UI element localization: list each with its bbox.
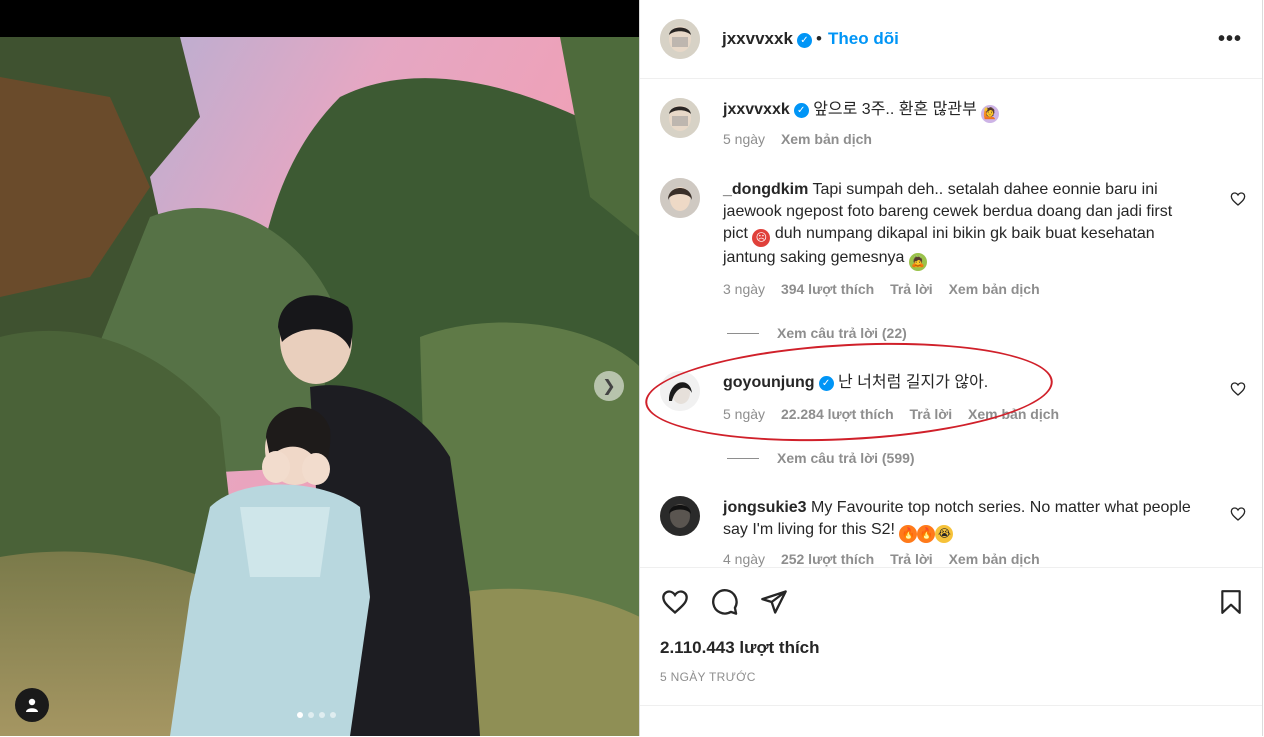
next-slide-button[interactable]: ❯ [594, 371, 624, 401]
reply-link[interactable]: Trả lời [890, 281, 933, 297]
comment-like-heart-icon[interactable] [1230, 381, 1246, 397]
header-separator: • [816, 29, 822, 48]
comment-avatar-image [660, 496, 700, 536]
post-photo[interactable] [0, 37, 640, 736]
view-replies-button[interactable]: Xem câu trả lời (22) [727, 325, 907, 341]
comment-avatar-image [660, 178, 700, 218]
verified-badge-icon: ✓ [796, 33, 812, 48]
comment-meta: 5 ngày 22.284 lượt thích Trả lời Xem bản… [723, 406, 1071, 422]
comment-time: 5 ngày [723, 406, 766, 422]
follow-button[interactable]: Theo dõi [828, 29, 899, 49]
author-username-text[interactable]: jxxvvxxk [722, 29, 793, 48]
verified-badge-icon: ✓ [818, 376, 834, 391]
comment-avatar[interactable] [660, 178, 700, 218]
fire-icon: 🔥 [917, 525, 936, 543]
carousel-dot [319, 712, 325, 718]
comment-meta: 3 ngày 394 lượt thích Trả lời Xem bản dị… [723, 281, 1052, 297]
tagged-users-button[interactable] [15, 688, 49, 722]
translate-link[interactable]: Xem bản dịch [949, 551, 1040, 567]
fire-icon: 🔥 [899, 525, 918, 543]
view-replies-button[interactable]: Xem câu trả lời (599) [727, 450, 915, 466]
verified-badge-icon: ✓ [793, 103, 809, 118]
comment-text: 난 너처럼 길지가 않아. [837, 374, 989, 391]
comment-time: 3 ngày [723, 281, 766, 297]
author-avatar[interactable] [660, 19, 700, 59]
comment-avatar[interactable] [660, 496, 700, 536]
comment-meta: 4 ngày 252 lượt thích Trả lời Xem bản dị… [723, 551, 1052, 567]
comment-text-block: jongsukie3 My Favourite top notch series… [723, 497, 1193, 543]
comment-username[interactable]: goyounjung [723, 374, 815, 391]
view-replies-label[interactable]: Xem câu trả lời (22) [777, 325, 907, 341]
comment-username[interactable]: _dongdkim [723, 181, 808, 198]
comment-likes[interactable]: 22.284 lượt thích [781, 406, 894, 422]
comment-avatar[interactable] [660, 371, 700, 411]
carousel-dot [297, 712, 303, 718]
comment-likes[interactable]: 252 lượt thích [781, 551, 874, 567]
carousel-dot [308, 712, 314, 718]
comment-meta: 5 ngày Xem bản dịch [723, 131, 884, 147]
view-replies-label[interactable]: Xem câu trả lời (599) [777, 450, 915, 466]
comment-text: 앞으로 3주.. 환혼 많관부 [813, 101, 977, 118]
translate-link[interactable]: Xem bản dịch [949, 281, 1040, 297]
more-options-icon[interactable]: ••• [1218, 28, 1242, 51]
photo-illustration [0, 37, 640, 736]
comment-avatar[interactable] [660, 98, 700, 138]
comment-text-block: _dongdkim Tapi sumpah deh.. setalah dahe… [723, 179, 1193, 271]
chevron-right-icon: ❯ [602, 378, 616, 395]
comment-time: 4 ngày [723, 551, 766, 567]
comment-time: 5 ngày [723, 131, 766, 147]
heart-icon[interactable] [660, 588, 690, 616]
reply-link[interactable]: Trả lời [890, 551, 933, 567]
post-like-count[interactable]: 2.110.443 lượt thích [660, 638, 820, 658]
comment-text-cont: duh numpang dikapal ini bikin gk baik bu… [723, 225, 1155, 266]
user-tag-icon [26, 698, 38, 712]
angry-face-icon: ☹ [752, 229, 771, 247]
bookmark-icon[interactable] [1218, 588, 1244, 616]
caption-text: jxxvvxxk ✓ 앞으로 3주.. 환혼 많관부 🙋 [723, 99, 1193, 123]
post-header: jxxvvxxk ✓ • Theo dõi ••• [640, 0, 1262, 79]
share-icon[interactable] [760, 588, 788, 616]
add-comment-bar[interactable] [640, 705, 1262, 737]
reply-link[interactable]: Trả lời [910, 406, 953, 422]
comment-avatar-image [660, 371, 700, 411]
translate-link[interactable]: Xem bản dịch [781, 131, 872, 147]
comments-list[interactable]: jxxvvxxk ✓ 앞으로 3주.. 환혼 많관부 🙋 5 ngày Xem b… [640, 79, 1262, 567]
comment-likes[interactable]: 394 lượt thích [781, 281, 874, 297]
author-username[interactable]: jxxvvxxk ✓ [722, 29, 812, 49]
post-timestamp: 5 NGÀY TRƯỚC [660, 670, 756, 684]
author-avatar-image [660, 19, 700, 59]
post-actions-bar [640, 567, 1262, 638]
comment-like-heart-icon[interactable] [1230, 506, 1246, 522]
carousel-indicator [297, 712, 336, 718]
person-icon: 🙇 [908, 253, 927, 271]
carousel-dot [330, 712, 336, 718]
comment-username[interactable]: jongsukie3 [723, 499, 807, 516]
replies-line [727, 458, 759, 459]
comment-username[interactable]: jxxvvxxk [723, 101, 790, 118]
comment-icon[interactable] [710, 588, 740, 616]
comment-text-block: goyounjung ✓ 난 너처럼 길지가 않아. [723, 372, 1193, 394]
translate-link[interactable]: Xem bản dịch [968, 406, 1059, 422]
photo-top-bar [0, 0, 640, 37]
person-raising-hand-icon: 🙋 [981, 105, 1000, 123]
replies-line [727, 333, 759, 334]
comment-like-heart-icon[interactable] [1230, 191, 1246, 207]
crying-face-icon: 😭 [935, 525, 954, 543]
comment-avatar-image [660, 98, 700, 138]
post-side-panel: jxxvvxxk ✓ • Theo dõi ••• jxxvvxxk ✓ 앞으로 3… [639, 0, 1263, 736]
